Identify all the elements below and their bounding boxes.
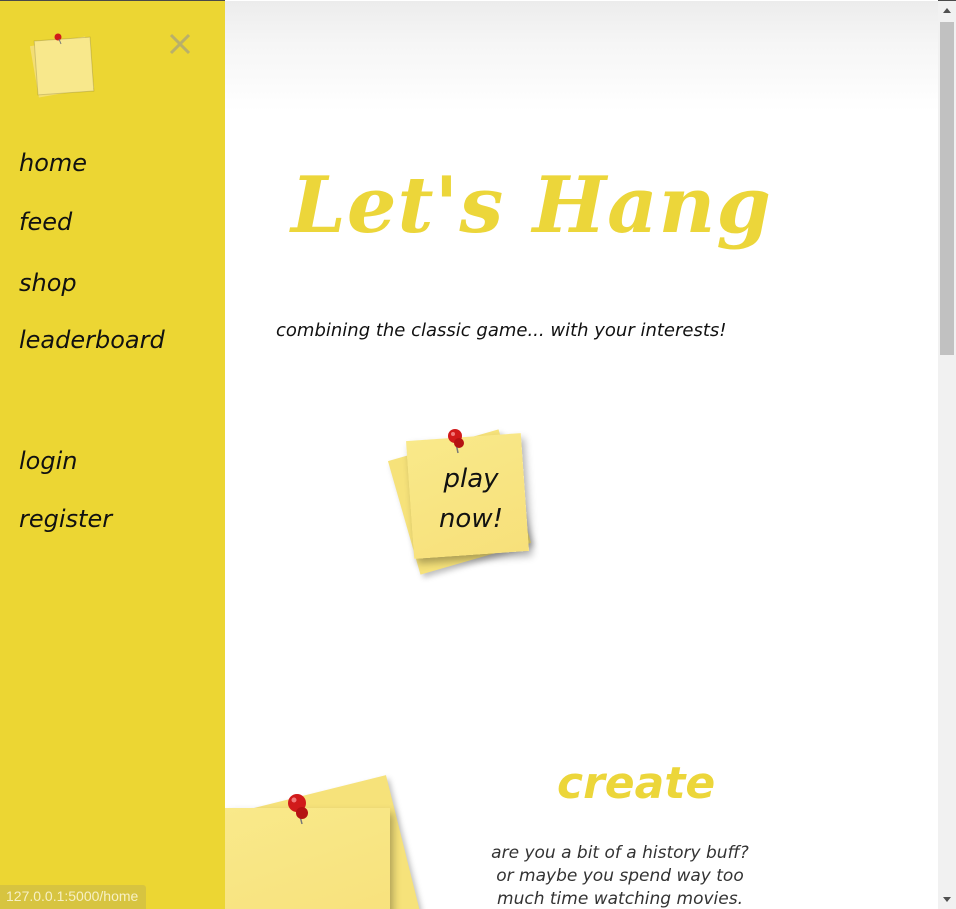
nav-login-link[interactable]: login — [19, 447, 77, 475]
header-shade — [225, 1, 938, 111]
create-sticky-note — [225, 775, 420, 909]
play-label-line2: now! — [438, 504, 504, 534]
create-text-line3: much time watching movies. — [497, 889, 743, 909]
nav-feed-link[interactable]: feed — [19, 208, 72, 236]
play-now-label: play now! — [426, 459, 516, 539]
create-section-text: are you a bit of a history buff? or mayb… — [465, 842, 775, 909]
status-bar-url: 127.0.0.1:5000/home — [0, 885, 147, 909]
vertical-scrollbar[interactable] — [938, 1, 956, 909]
pushpin-icon — [448, 429, 464, 454]
nav-home-link[interactable]: home — [19, 149, 87, 177]
play-label-line1: play — [443, 464, 499, 494]
nav-register-link[interactable]: register — [19, 505, 112, 533]
scroll-up-arrow-icon[interactable] — [938, 1, 956, 21]
page-title: Let's Hang — [291, 160, 772, 251]
pushpin-icon — [288, 794, 308, 825]
close-icon[interactable] — [165, 29, 195, 59]
scrollbar-thumb[interactable] — [940, 22, 954, 355]
play-now-button[interactable]: play now! — [387, 425, 550, 575]
nav-shop-link[interactable]: shop — [19, 269, 77, 297]
create-section-title: create — [557, 758, 716, 809]
main-content: Let's Hang combining the classic game...… — [225, 0, 938, 909]
nav-leaderboard-link[interactable]: leaderboard — [19, 326, 165, 354]
sidebar: home feed shop leaderboard login registe… — [0, 1, 225, 909]
tagline: combining the classic game... with your … — [276, 320, 727, 341]
create-text-line2: or maybe you spend way too — [496, 866, 744, 886]
scroll-down-arrow-icon[interactable] — [938, 889, 956, 909]
sticky-note-logo-icon — [29, 33, 95, 98]
create-text-line1: are you a bit of a history buff? — [491, 843, 749, 863]
